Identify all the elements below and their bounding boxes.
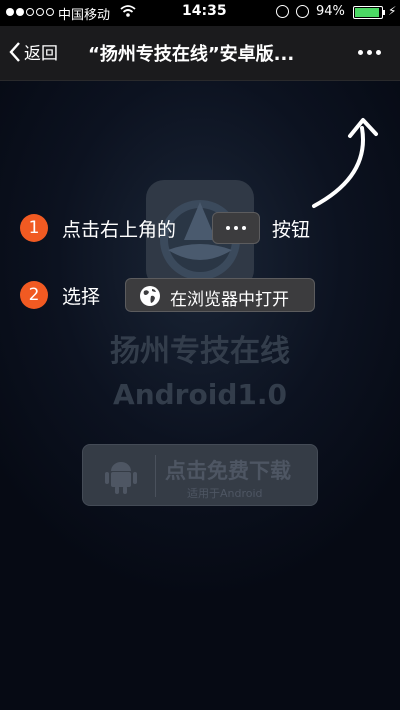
signal-strength-icon xyxy=(6,8,54,16)
alarm-icon xyxy=(296,5,309,18)
open-in-browser-illustration: 在浏览器中打开 xyxy=(125,278,315,312)
open-in-browser-label: 在浏览器中打开 xyxy=(170,290,289,310)
step-1-suffix: 按钮 xyxy=(272,219,311,241)
curved-arrow-icon xyxy=(312,118,378,208)
download-sublabel: 适用于Android xyxy=(187,487,263,500)
battery-icon xyxy=(353,6,383,19)
step-1-text: 点击右上角的 xyxy=(62,219,177,241)
battery-percentage: 94% xyxy=(316,4,345,19)
inline-more-button-illustration xyxy=(212,212,260,244)
status-bar: 中国移动 14:35 94% ⚡ xyxy=(0,0,400,26)
battery-tip xyxy=(383,10,385,15)
back-label: 返回 xyxy=(24,44,58,64)
battery-level-fill xyxy=(355,8,380,17)
rotation-lock-icon xyxy=(276,5,289,18)
android-icon xyxy=(105,462,137,494)
page-title: “扬州专技在线”安卓版... xyxy=(88,44,295,65)
app-version: Android1.0 xyxy=(113,378,287,411)
more-options-button[interactable] xyxy=(354,42,384,62)
navigation-bar: 返回 “扬州专技在线”安卓版... xyxy=(0,26,400,81)
download-button[interactable]: 点击免费下载 适用于Android xyxy=(82,444,318,506)
step-1-badge: 1 xyxy=(20,214,48,242)
signal-dot xyxy=(6,8,14,16)
signal-dot xyxy=(26,8,34,16)
step-2-badge: 2 xyxy=(20,281,48,309)
step-2-text: 选择 xyxy=(62,286,101,308)
app-name: 扬州专技在线 xyxy=(110,334,290,369)
more-dots-icon xyxy=(226,226,230,230)
screen: 扬州专技在线 Android1.0 点击免费下载 适用于Android 中国移动… xyxy=(0,0,400,710)
globe-icon xyxy=(140,286,160,306)
back-button[interactable]: 返回 xyxy=(8,39,58,64)
clock: 14:35 xyxy=(182,3,227,19)
signal-dot xyxy=(46,8,54,16)
signal-dot xyxy=(36,8,44,16)
back-chevron-icon xyxy=(9,41,20,62)
wifi-icon xyxy=(120,5,136,17)
more-dots-icon xyxy=(357,49,363,55)
charging-icon: ⚡ xyxy=(388,4,397,18)
download-separator xyxy=(155,455,156,497)
carrier-name: 中国移动 xyxy=(58,8,111,23)
signal-dot xyxy=(16,8,24,16)
download-label: 点击免费下载 xyxy=(165,459,291,483)
